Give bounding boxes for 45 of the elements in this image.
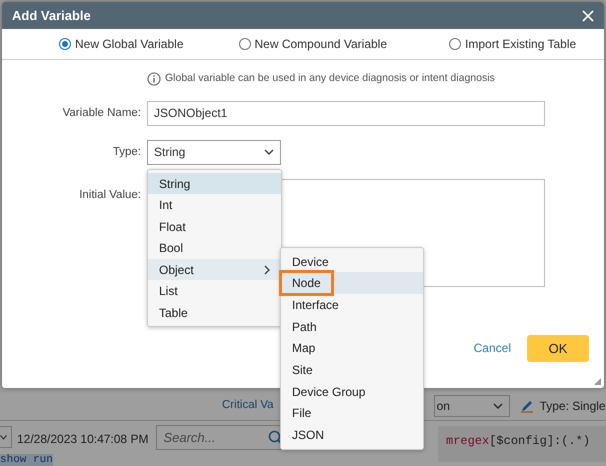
menu-item[interactable]: Site	[281, 359, 423, 381]
filter-select[interactable]: on	[434, 394, 510, 416]
type-label: Type: Single	[540, 398, 606, 414]
info-icon	[147, 72, 161, 86]
dropdown-toggle[interactable]	[0, 426, 12, 448]
radio-button[interactable]	[59, 38, 71, 50]
name-field[interactable]: JSONObject1	[147, 100, 545, 126]
menu-item[interactable]: Object	[148, 258, 281, 280]
pencil-icon[interactable]	[520, 398, 534, 412]
timestamp: 12/28/2023 10:47:08 PM	[17, 431, 148, 448]
field-label: Variable Name:	[62, 106, 142, 121]
menu-item[interactable]: Map	[281, 338, 423, 360]
menu-item[interactable]: Device	[281, 250, 423, 272]
menu-item[interactable]: Int	[148, 194, 281, 216]
menu-item[interactable]: Device Group	[281, 380, 423, 403]
field-label: Initial Value:	[78, 188, 142, 203]
menu-item[interactable]: List	[148, 280, 281, 302]
code-text: mregex[$config]:(.*)	[446, 434, 590, 448]
cancel-link[interactable]: Cancel	[474, 339, 511, 358]
radio-button[interactable]	[449, 38, 462, 50]
filter-label: Critical Va	[222, 398, 274, 413]
menu-item[interactable]: Bool	[148, 237, 281, 259]
field-label: Type:	[112, 144, 142, 160]
menu-item[interactable]: Path	[281, 316, 423, 338]
resize-grip-icon	[594, 378, 601, 385]
menu-item[interactable]: Table	[148, 302, 281, 324]
menu-item[interactable]: File	[281, 402, 423, 424]
radio-label[interactable]: New Global Variable	[75, 35, 184, 53]
radio-label[interactable]: New Compound Variable	[254, 35, 388, 53]
chevron-right-icon	[264, 264, 270, 274]
close-button[interactable]	[582, 9, 594, 22]
radio-label[interactable]: Import Existing Table	[465, 35, 576, 53]
dialog-title: Add Variable	[12, 6, 91, 25]
info-text: Global variable can be used in any device diagnosis or intent diagnosis	[165, 71, 495, 86]
chevron-icon	[264, 149, 274, 156]
menu-item[interactable]: Interface	[281, 294, 423, 316]
menu-item[interactable]: String	[148, 172, 281, 194]
chevron-icon	[492, 402, 503, 408]
ok-button[interactable]: OK	[527, 334, 589, 362]
tree-item[interactable]: show run	[0, 454, 53, 466]
type-select[interactable]: String	[147, 140, 281, 165]
chevron-icon	[0, 434, 7, 440]
menu-item[interactable]: Float	[148, 216, 281, 238]
close-icon	[582, 10, 594, 22]
radio-button[interactable]	[238, 38, 250, 50]
